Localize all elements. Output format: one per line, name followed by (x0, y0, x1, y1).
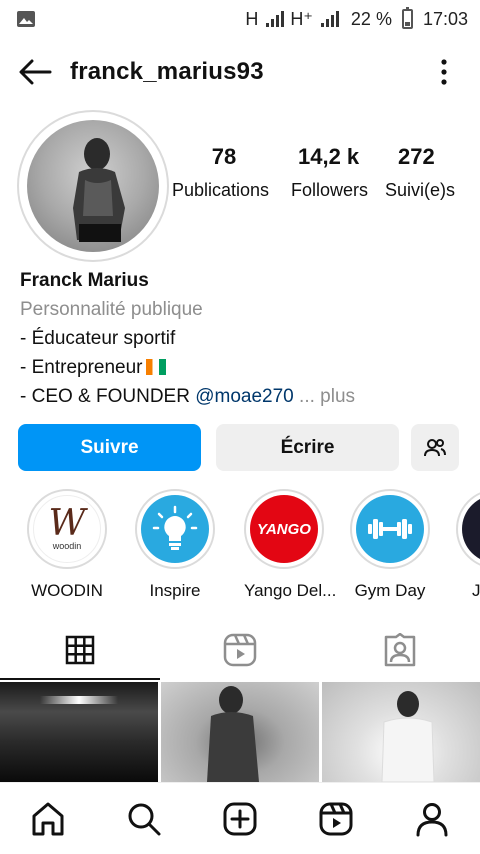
bottom-navigation (0, 782, 480, 854)
nav-create[interactable] (210, 789, 270, 849)
profile-tabs (0, 620, 480, 680)
bio-line-2: - Entrepreneur (20, 357, 143, 378)
highlight-gym-day[interactable]: Gym Day (350, 489, 430, 601)
highlight-woodin[interactable]: W woodin WOODIN (27, 489, 107, 601)
tab-posts-grid[interactable] (0, 620, 160, 680)
profile-header: franck_marius93 (0, 50, 480, 94)
highlight-partial[interactable]: J (456, 489, 480, 601)
person-silhouette-icon (73, 138, 125, 242)
highlight-label: J (472, 581, 480, 600)
ivory-coast-flag-icon (145, 359, 166, 375)
yango-logo-icon: YANGO (250, 495, 318, 563)
bio-line-3: - CEO & FOUNDER @moae270 ... plus (20, 382, 460, 411)
back-arrow-icon (19, 59, 52, 85)
stat-following[interactable]: 272 Suivi(e)s (385, 144, 457, 205)
reels-icon (319, 802, 353, 835)
post-thumbnail[interactable] (161, 682, 319, 782)
lightbulb-icon (141, 495, 209, 563)
avatar-photo (27, 120, 159, 252)
stat-followers-count: 14,2 k (298, 144, 360, 169)
woodin-logo-icon: W woodin (33, 495, 101, 563)
stat-posts-label: Publications (172, 180, 270, 200)
person-photo (381, 691, 435, 783)
bio-line-1: - Éducateur sportif (20, 328, 176, 349)
add-people-icon (424, 438, 446, 456)
create-icon (223, 802, 257, 835)
bio-more-link[interactable]: ... plus (294, 386, 355, 407)
network-type: H (245, 8, 259, 29)
highlight-ring: W woodin (27, 489, 107, 569)
highlight-yango[interactable]: YANGO Yango Del... (244, 489, 337, 601)
dumbbell-icon (356, 495, 424, 563)
battery-icon (401, 7, 413, 29)
post-thumbnail[interactable] (322, 682, 480, 783)
lightbulb-glyph (152, 505, 198, 550)
grid-icon (65, 635, 95, 665)
highlight-label: Yango Del... (244, 581, 337, 600)
bio-line-2-wrap: - Entrepreneur (20, 353, 460, 382)
highlight-label: Gym Day (354, 581, 426, 600)
network-type-2: H⁺ (290, 8, 313, 29)
tagged-icon (384, 633, 416, 667)
nav-home[interactable] (18, 789, 78, 849)
signal-icon (266, 11, 285, 27)
tab-tagged[interactable] (320, 620, 480, 680)
bio-mention-link[interactable]: @moae270 (195, 386, 294, 407)
highlight-label: Inspire (149, 581, 201, 600)
woodin-logo-mark: W (48, 503, 86, 544)
battery-percent: 22 % (350, 8, 392, 29)
person-photo (207, 686, 259, 782)
profile-icon (416, 802, 448, 836)
nav-reels[interactable] (306, 789, 366, 849)
back-button[interactable] (0, 50, 70, 94)
stat-posts-count: 78 (211, 144, 237, 169)
profile-bio: Franck Marius Personnalité publique - Éd… (20, 266, 460, 411)
stat-following-count: 272 (398, 144, 435, 169)
yango-logo-text: YANGO (257, 520, 311, 538)
dumbbell-glyph (368, 519, 412, 539)
follow-button[interactable]: Suivre (18, 424, 201, 471)
highlight-label: WOODIN (31, 581, 103, 600)
woodin-logo-word: woodin (52, 541, 82, 551)
profile-avatar[interactable] (17, 110, 169, 262)
profile-username: franck_marius93 (70, 58, 264, 85)
signal-icon-2 (320, 11, 339, 27)
message-button[interactable]: Écrire (216, 424, 399, 471)
suggested-people-button[interactable] (411, 424, 459, 471)
status-bar: H H⁺ 22 % 17:03 (0, 0, 480, 38)
highlight-ring: YANGO (244, 489, 324, 569)
home-icon (32, 802, 64, 835)
highlight-inspire[interactable]: Inspire (135, 489, 215, 601)
partial-highlight-icon (462, 495, 480, 563)
post-thumbnail[interactable] (0, 682, 158, 782)
stat-following-label: Suivi(e)s (385, 180, 456, 200)
profile-full-name: Franck Marius (20, 270, 149, 291)
stat-posts[interactable]: 78 Publications (172, 144, 276, 205)
search-icon (128, 803, 161, 835)
stat-followers-label: Followers (291, 180, 369, 200)
clock: 17:03 (422, 8, 468, 29)
tab-reels[interactable] (160, 620, 320, 680)
nav-search[interactable] (114, 789, 174, 849)
highlight-ring (456, 489, 480, 569)
stat-followers[interactable]: 14,2 k Followers (291, 144, 373, 205)
bio-line-3-text: - CEO & FOUNDER (20, 386, 196, 407)
highlight-ring (135, 489, 215, 569)
more-options-button[interactable] (424, 50, 464, 94)
nav-profile[interactable] (402, 789, 462, 849)
posts-grid (0, 682, 480, 783)
more-vertical-icon (441, 59, 447, 85)
highlight-ring (350, 489, 430, 569)
reels-icon (223, 633, 257, 667)
profile-category: Personnalité publique (20, 299, 203, 320)
gallery-notification-icon (17, 11, 35, 27)
